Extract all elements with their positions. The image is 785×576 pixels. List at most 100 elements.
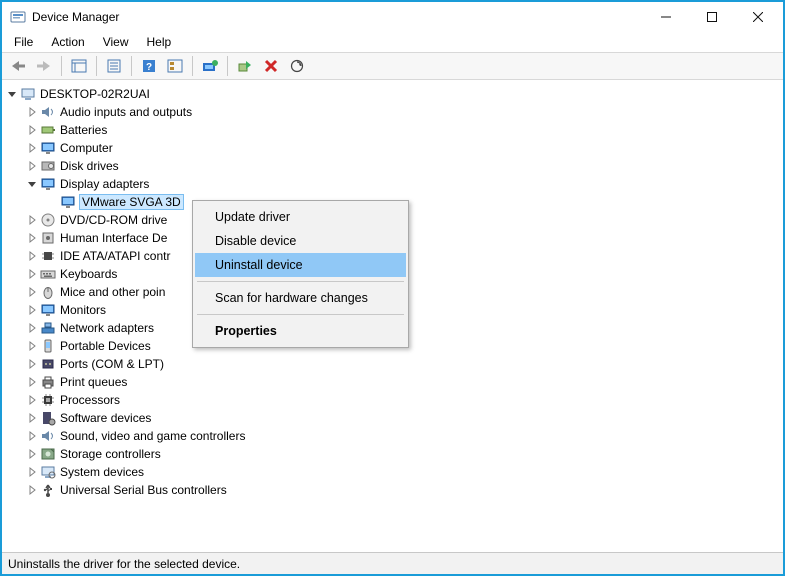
menu-action[interactable]: Action (43, 33, 92, 51)
chevron-right-icon[interactable] (26, 484, 38, 496)
tree-item[interactable]: Display adapters (6, 175, 783, 193)
battery-icon (40, 122, 56, 138)
menu-file[interactable]: File (6, 33, 41, 51)
chevron-right-icon[interactable] (26, 466, 38, 478)
cpu-icon (40, 392, 56, 408)
tree-item[interactable]: Storage controllers (6, 445, 783, 463)
chevron-right-icon[interactable] (26, 376, 38, 388)
tree-child-label: VMware SVGA 3D (79, 194, 184, 210)
titlebar: Device Manager (2, 2, 783, 32)
tree-item[interactable]: Sound, video and game controllers (6, 427, 783, 445)
chevron-right-icon[interactable] (26, 250, 38, 262)
menu-view[interactable]: View (95, 33, 137, 51)
uninstall-button[interactable] (259, 55, 283, 77)
storage-icon (40, 446, 56, 462)
status-bar: Uninstalls the driver for the selected d… (2, 552, 783, 574)
tree-item[interactable]: Software devices (6, 409, 783, 427)
tree-item[interactable]: Universal Serial Bus controllers (6, 481, 783, 499)
tree-item[interactable]: Batteries (6, 121, 783, 139)
tree-item-label: DVD/CD-ROM drive (60, 213, 167, 227)
speaker-icon (40, 104, 56, 120)
context-menu-separator (197, 281, 404, 282)
tree-item-label: Universal Serial Bus controllers (60, 483, 227, 497)
chevron-right-icon[interactable] (26, 322, 38, 334)
chevron-right-icon[interactable] (26, 106, 38, 118)
show-hidden-button[interactable] (67, 55, 91, 77)
maximize-button[interactable] (689, 2, 735, 32)
context-menu-item[interactable]: Scan for hardware changes (195, 286, 406, 310)
app-icon (10, 9, 26, 25)
tree-item-label: System devices (60, 465, 144, 479)
forward-button[interactable] (32, 55, 56, 77)
tree-root[interactable]: DESKTOP-02R2UAI (6, 85, 783, 103)
close-button[interactable] (735, 2, 781, 32)
toolbar-separator (192, 56, 193, 76)
chip-icon (40, 248, 56, 264)
tree-item-label: Portable Devices (60, 339, 151, 353)
back-button[interactable] (6, 55, 30, 77)
tree-item-label: Computer (60, 141, 113, 155)
chevron-right-icon[interactable] (26, 412, 38, 424)
chevron-right-icon[interactable] (26, 268, 38, 280)
tree-item[interactable]: Print queues (6, 373, 783, 391)
tree-item-label: Mice and other poin (60, 285, 165, 299)
disk-icon (40, 158, 56, 174)
properties-button[interactable] (102, 55, 126, 77)
tree-item[interactable]: System devices (6, 463, 783, 481)
port-icon (40, 356, 56, 372)
tree-item-label: Disk drives (60, 159, 119, 173)
window-title: Device Manager (32, 10, 643, 24)
chevron-right-icon[interactable] (26, 142, 38, 154)
chevron-right-icon[interactable] (26, 160, 38, 172)
toolbar-separator (61, 56, 62, 76)
monitor-icon (40, 140, 56, 156)
usb-icon (40, 482, 56, 498)
tree-item[interactable]: Processors (6, 391, 783, 409)
context-menu-item[interactable]: Properties (195, 319, 406, 343)
chevron-right-icon[interactable] (26, 124, 38, 136)
monitor-icon (40, 176, 56, 192)
tree-item[interactable]: Ports (COM & LPT) (6, 355, 783, 373)
chevron-right-icon[interactable] (26, 232, 38, 244)
chevron-down-icon[interactable] (26, 178, 38, 190)
action-button[interactable] (163, 55, 187, 77)
tree-root-label: DESKTOP-02R2UAI (40, 87, 150, 101)
enable-button[interactable] (233, 55, 257, 77)
tree-item-label: Keyboards (60, 267, 117, 281)
tree-item-label: IDE ATA/ATAPI contr (60, 249, 170, 263)
chevron-right-icon[interactable] (26, 340, 38, 352)
keyboard-icon (40, 266, 56, 282)
context-menu-item[interactable]: Disable device (195, 229, 406, 253)
context-menu-item[interactable]: Update driver (195, 205, 406, 229)
computer-icon (20, 86, 36, 102)
tree-item[interactable]: Computer (6, 139, 783, 157)
minimize-button[interactable] (643, 2, 689, 32)
update-driver-button[interactable] (198, 55, 222, 77)
chevron-right-icon[interactable] (26, 214, 38, 226)
portable-icon (40, 338, 56, 354)
chevron-right-icon[interactable] (26, 358, 38, 370)
mouse-icon (40, 284, 56, 300)
tree-item-label: Software devices (60, 411, 151, 425)
menubar: File Action View Help (2, 32, 783, 52)
menu-help[interactable]: Help (139, 33, 180, 51)
tree-item[interactable]: Disk drives (6, 157, 783, 175)
chevron-right-icon[interactable] (26, 394, 38, 406)
tree-item[interactable]: Audio inputs and outputs (6, 103, 783, 121)
tree-item-label: Ports (COM & LPT) (60, 357, 164, 371)
help-button[interactable]: ? (137, 55, 161, 77)
network-icon (40, 320, 56, 336)
chevron-down-icon[interactable] (6, 88, 18, 100)
monitor-icon (40, 302, 56, 318)
chevron-right-icon[interactable] (26, 286, 38, 298)
tree-item-label: Human Interface De (60, 231, 167, 245)
tree-item-label: Network adapters (60, 321, 154, 335)
context-menu-item[interactable]: Uninstall device (195, 253, 406, 277)
chevron-right-icon[interactable] (26, 304, 38, 316)
software-icon (40, 410, 56, 426)
chevron-right-icon[interactable] (26, 430, 38, 442)
scan-button[interactable] (285, 55, 309, 77)
toolbar-separator (131, 56, 132, 76)
chevron-right-icon[interactable] (26, 448, 38, 460)
status-text: Uninstalls the driver for the selected d… (8, 557, 240, 571)
